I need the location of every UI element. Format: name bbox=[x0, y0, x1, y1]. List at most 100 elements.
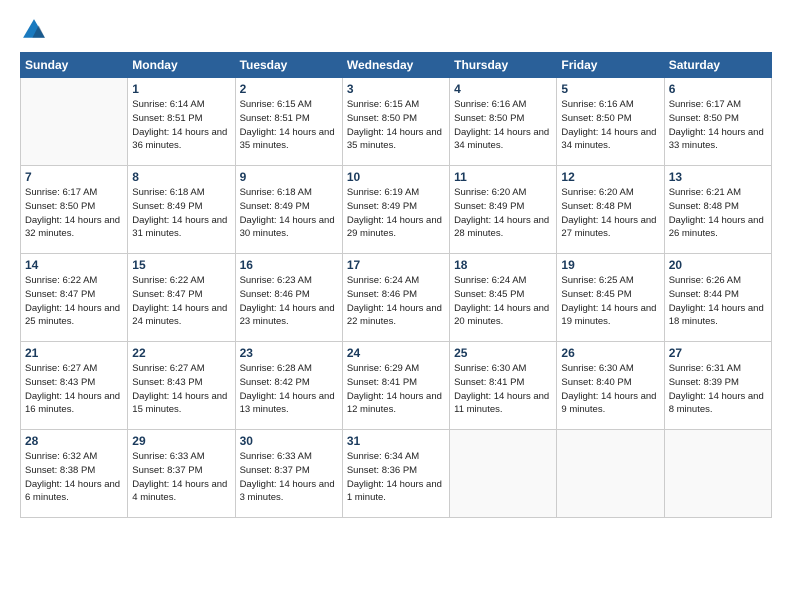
day-info: Sunrise: 6:25 AMSunset: 8:45 PMDaylight:… bbox=[561, 274, 659, 329]
week-row-4: 28 Sunrise: 6:32 AMSunset: 8:38 PMDayligh… bbox=[21, 430, 772, 518]
header-row: SundayMondayTuesdayWednesdayThursdayFrid… bbox=[21, 53, 772, 78]
day-cell: 25 Sunrise: 6:30 AMSunset: 8:41 PMDayligh… bbox=[450, 342, 557, 430]
day-info: Sunrise: 6:19 AMSunset: 8:49 PMDaylight:… bbox=[347, 186, 445, 241]
day-number: 31 bbox=[347, 434, 445, 448]
day-cell: 1Sunrise: 6:14 AMSunset: 8:51 PMDaylight… bbox=[128, 78, 235, 166]
day-cell: 17 Sunrise: 6:24 AMSunset: 8:46 PMDayligh… bbox=[342, 254, 449, 342]
week-row-3: 21 Sunrise: 6:27 AMSunset: 8:43 PMDayligh… bbox=[21, 342, 772, 430]
day-number: 16 bbox=[240, 258, 338, 272]
day-cell: 19Sunrise: 6:25 AMSunset: 8:45 PMDayligh… bbox=[557, 254, 664, 342]
day-number: 8 bbox=[132, 170, 230, 184]
day-info: Sunrise: 6:26 AMSunset: 8:44 PMDaylight:… bbox=[669, 274, 767, 329]
day-info: Sunrise: 6:32 AMSunset: 8:38 PMDaylight:… bbox=[25, 450, 123, 505]
day-info: Sunrise: 6:33 AMSunset: 8:37 PMDaylight:… bbox=[240, 450, 338, 505]
day-number: 15 bbox=[132, 258, 230, 272]
day-number: 4 bbox=[454, 82, 552, 96]
day-cell bbox=[450, 430, 557, 518]
day-number: 24 bbox=[347, 346, 445, 360]
day-number: 28 bbox=[25, 434, 123, 448]
day-info: Sunrise: 6:18 AMSunset: 8:49 PMDaylight:… bbox=[132, 186, 230, 241]
day-info: Sunrise: 6:24 AMSunset: 8:45 PMDaylight:… bbox=[454, 274, 552, 329]
day-cell: 31 Sunrise: 6:34 AMSunset: 8:36 PMDayligh… bbox=[342, 430, 449, 518]
day-cell: 29 Sunrise: 6:33 AMSunset: 8:37 PMDayligh… bbox=[128, 430, 235, 518]
day-cell: 11 Sunrise: 6:20 AMSunset: 8:49 PMDayligh… bbox=[450, 166, 557, 254]
day-info: Sunrise: 6:29 AMSunset: 8:41 PMDaylight:… bbox=[347, 362, 445, 417]
calendar-header: SundayMondayTuesdayWednesdayThursdayFrid… bbox=[21, 53, 772, 78]
day-cell: 21 Sunrise: 6:27 AMSunset: 8:43 PMDayligh… bbox=[21, 342, 128, 430]
day-info: Sunrise: 6:16 AMSunset: 8:50 PMDaylight:… bbox=[454, 98, 552, 153]
day-info: Sunrise: 6:20 AMSunset: 8:49 PMDaylight:… bbox=[454, 186, 552, 241]
day-cell: 3 Sunrise: 6:15 AMSunset: 8:50 PMDaylight… bbox=[342, 78, 449, 166]
day-info: Sunrise: 6:18 AMSunset: 8:49 PMDaylight:… bbox=[240, 186, 338, 241]
header-cell-friday: Friday bbox=[557, 53, 664, 78]
day-info: Sunrise: 6:27 AMSunset: 8:43 PMDaylight:… bbox=[25, 362, 123, 417]
day-cell: 26 Sunrise: 6:30 AMSunset: 8:40 PMDayligh… bbox=[557, 342, 664, 430]
day-cell: 14 Sunrise: 6:22 AMSunset: 8:47 PMDayligh… bbox=[21, 254, 128, 342]
day-number: 20 bbox=[669, 258, 767, 272]
day-info: Sunrise: 6:30 AMSunset: 8:40 PMDaylight:… bbox=[561, 362, 659, 417]
day-number: 13 bbox=[669, 170, 767, 184]
day-cell: 10 Sunrise: 6:19 AMSunset: 8:49 PMDayligh… bbox=[342, 166, 449, 254]
day-number: 21 bbox=[25, 346, 123, 360]
day-info: Sunrise: 6:16 AMSunset: 8:50 PMDaylight:… bbox=[561, 98, 659, 153]
day-cell: 28 Sunrise: 6:32 AMSunset: 8:38 PMDayligh… bbox=[21, 430, 128, 518]
day-info: Sunrise: 6:31 AMSunset: 8:39 PMDaylight:… bbox=[669, 362, 767, 417]
day-cell: 13 Sunrise: 6:21 AMSunset: 8:48 PMDayligh… bbox=[664, 166, 771, 254]
day-cell: 20 Sunrise: 6:26 AMSunset: 8:44 PMDayligh… bbox=[664, 254, 771, 342]
day-info: Sunrise: 6:23 AMSunset: 8:46 PMDaylight:… bbox=[240, 274, 338, 329]
day-cell: 6Sunrise: 6:17 AMSunset: 8:50 PMDaylight… bbox=[664, 78, 771, 166]
day-cell: 5Sunrise: 6:16 AMSunset: 8:50 PMDaylight… bbox=[557, 78, 664, 166]
day-cell: 8 Sunrise: 6:18 AMSunset: 8:49 PMDaylight… bbox=[128, 166, 235, 254]
calendar-table: SundayMondayTuesdayWednesdayThursdayFrid… bbox=[20, 52, 772, 518]
day-cell: 4 Sunrise: 6:16 AMSunset: 8:50 PMDaylight… bbox=[450, 78, 557, 166]
day-cell bbox=[557, 430, 664, 518]
day-number: 6 bbox=[669, 82, 767, 96]
day-number: 10 bbox=[347, 170, 445, 184]
day-info: Sunrise: 6:15 AMSunset: 8:51 PMDaylight:… bbox=[240, 98, 338, 153]
day-info: Sunrise: 6:24 AMSunset: 8:46 PMDaylight:… bbox=[347, 274, 445, 329]
day-cell bbox=[664, 430, 771, 518]
day-number: 26 bbox=[561, 346, 659, 360]
day-number: 17 bbox=[347, 258, 445, 272]
calendar-body: 1Sunrise: 6:14 AMSunset: 8:51 PMDaylight… bbox=[21, 78, 772, 518]
day-cell: 27Sunrise: 6:31 AMSunset: 8:39 PMDayligh… bbox=[664, 342, 771, 430]
day-info: Sunrise: 6:27 AMSunset: 8:43 PMDaylight:… bbox=[132, 362, 230, 417]
day-number: 12 bbox=[561, 170, 659, 184]
day-info: Sunrise: 6:22 AMSunset: 8:47 PMDaylight:… bbox=[25, 274, 123, 329]
day-cell: 16 Sunrise: 6:23 AMSunset: 8:46 PMDayligh… bbox=[235, 254, 342, 342]
day-cell: 2Sunrise: 6:15 AMSunset: 8:51 PMDaylight… bbox=[235, 78, 342, 166]
day-number: 7 bbox=[25, 170, 123, 184]
day-info: Sunrise: 6:33 AMSunset: 8:37 PMDaylight:… bbox=[132, 450, 230, 505]
day-cell: 7Sunrise: 6:17 AMSunset: 8:50 PMDaylight… bbox=[21, 166, 128, 254]
day-number: 30 bbox=[240, 434, 338, 448]
week-row-2: 14 Sunrise: 6:22 AMSunset: 8:47 PMDayligh… bbox=[21, 254, 772, 342]
header bbox=[20, 16, 772, 44]
day-info: Sunrise: 6:21 AMSunset: 8:48 PMDaylight:… bbox=[669, 186, 767, 241]
day-info: Sunrise: 6:22 AMSunset: 8:47 PMDaylight:… bbox=[132, 274, 230, 329]
day-number: 9 bbox=[240, 170, 338, 184]
week-row-0: 1Sunrise: 6:14 AMSunset: 8:51 PMDaylight… bbox=[21, 78, 772, 166]
header-cell-monday: Monday bbox=[128, 53, 235, 78]
day-info: Sunrise: 6:30 AMSunset: 8:41 PMDaylight:… bbox=[454, 362, 552, 417]
day-info: Sunrise: 6:28 AMSunset: 8:42 PMDaylight:… bbox=[240, 362, 338, 417]
day-cell: 12Sunrise: 6:20 AMSunset: 8:48 PMDayligh… bbox=[557, 166, 664, 254]
day-cell: 18Sunrise: 6:24 AMSunset: 8:45 PMDayligh… bbox=[450, 254, 557, 342]
day-cell: 30 Sunrise: 6:33 AMSunset: 8:37 PMDayligh… bbox=[235, 430, 342, 518]
day-number: 22 bbox=[132, 346, 230, 360]
header-cell-saturday: Saturday bbox=[664, 53, 771, 78]
day-info: Sunrise: 6:34 AMSunset: 8:36 PMDaylight:… bbox=[347, 450, 445, 505]
day-number: 11 bbox=[454, 170, 552, 184]
day-cell: 15 Sunrise: 6:22 AMSunset: 8:47 PMDayligh… bbox=[128, 254, 235, 342]
day-info: Sunrise: 6:15 AMSunset: 8:50 PMDaylight:… bbox=[347, 98, 445, 153]
logo-icon bbox=[20, 16, 48, 44]
logo bbox=[20, 16, 50, 44]
day-number: 23 bbox=[240, 346, 338, 360]
header-cell-sunday: Sunday bbox=[21, 53, 128, 78]
week-row-1: 7Sunrise: 6:17 AMSunset: 8:50 PMDaylight… bbox=[21, 166, 772, 254]
day-number: 3 bbox=[347, 82, 445, 96]
day-number: 29 bbox=[132, 434, 230, 448]
day-cell: 24 Sunrise: 6:29 AMSunset: 8:41 PMDayligh… bbox=[342, 342, 449, 430]
day-info: Sunrise: 6:14 AMSunset: 8:51 PMDaylight:… bbox=[132, 98, 230, 153]
day-number: 25 bbox=[454, 346, 552, 360]
day-number: 14 bbox=[25, 258, 123, 272]
